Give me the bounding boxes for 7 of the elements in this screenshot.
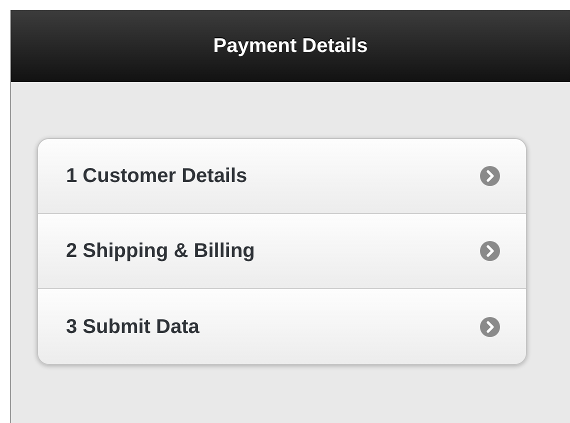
- step-item[interactable]: 1 Customer Details: [38, 139, 526, 214]
- chevron-right-icon: [480, 241, 500, 261]
- step-item[interactable]: 2 Shipping & Billing: [38, 214, 526, 289]
- chevron-right-icon: [480, 166, 500, 186]
- step-item[interactable]: 3 Submit Data: [38, 289, 526, 364]
- chevron-right-icon: [480, 316, 500, 336]
- page-title: Payment Details: [213, 34, 368, 59]
